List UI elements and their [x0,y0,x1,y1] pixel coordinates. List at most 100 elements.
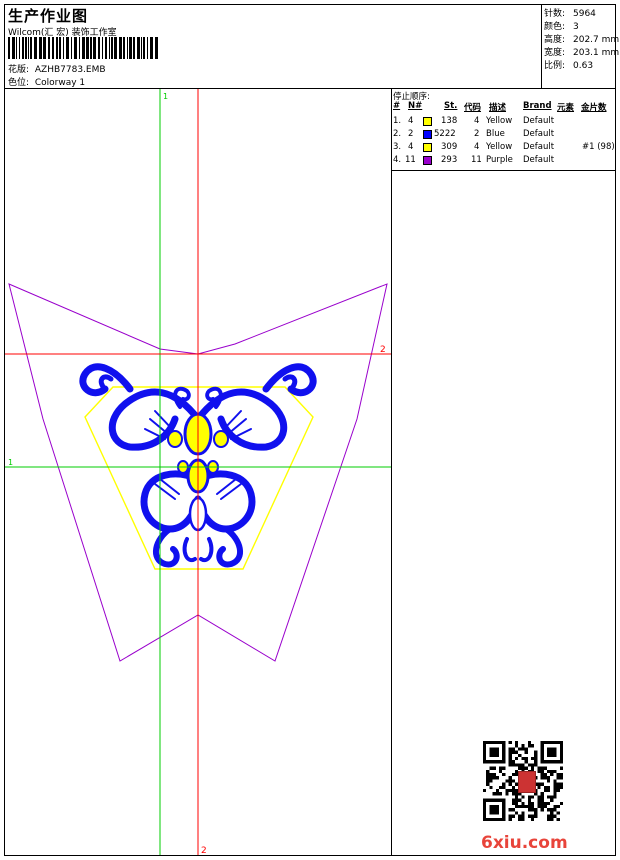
qr-module [537,785,541,789]
row-stitches: 293 [441,155,458,165]
stat-label: 颜色: [544,22,566,32]
qr-module [489,747,493,751]
qr-module [492,747,496,751]
qr-module [550,795,554,799]
qr-module [495,789,499,793]
qr-module [540,792,544,796]
qr-module [540,753,544,757]
qr-module [534,760,538,764]
qr-module [540,801,544,805]
qr-module [502,753,506,757]
qr-module [499,741,503,745]
qr-module [527,798,531,802]
barcode-bar [137,37,140,59]
qr-module [492,792,496,796]
color-swatch [423,117,432,126]
qr-module [492,753,496,757]
row-index: 4. [393,155,402,165]
qr-module [531,808,535,812]
qr-module [515,741,519,745]
qr-module [527,808,531,812]
qr-module [511,801,515,805]
col-header-stitches: St. [444,101,458,111]
qr-module [502,744,506,748]
production-sheet: 生产作业图 Wilcom(汇 宏) 装饰工作室 花版: AZHB7783.EMB… [4,4,619,856]
qr-module [550,773,554,777]
barcode-bar [90,37,92,59]
qr-module [489,750,493,754]
row-desc: Yellow [486,142,513,152]
qr-module [483,811,487,815]
col-header-index: # [393,101,401,111]
row-brand: Default [523,142,555,152]
qr-module [495,808,499,812]
stat-value: 3 [573,22,579,32]
row-index: 2. [393,129,402,139]
qr-module [540,795,544,799]
qr-module [540,798,544,802]
qr-module [547,779,551,783]
qr-module [547,741,551,745]
row-needle: 4 [408,142,414,152]
design-file-row: 花版: AZHB7783.EMB [8,62,106,75]
row-code: 11 [471,155,482,165]
qr-module [502,814,506,818]
qr-module [495,747,499,751]
qr-module [527,744,531,748]
stat-label: 宽度: [544,48,566,58]
qr-module [489,766,493,770]
qr-module [489,808,493,812]
stat-width: 宽度: 203.1 mm [544,45,619,58]
qr-module [502,801,506,805]
colorway-value: Colorway 1 [34,78,86,88]
qr-module [550,753,554,757]
col-header-code: 代码 [464,103,482,113]
qr-module [550,747,554,751]
qr-module [499,785,503,789]
qr-module [531,814,535,818]
barcode-bar [16,37,17,59]
qr-module [540,808,544,812]
barcode-bar [82,37,85,59]
qr-module [521,795,525,799]
qr-module [556,811,560,815]
qr-module [489,817,493,821]
stat-label: 高度: [544,35,566,45]
qr-module [495,776,499,780]
qr-module [537,801,541,805]
qr-module [531,817,535,821]
stat-value: 0.63 [573,61,594,71]
barcode-bar [25,37,27,59]
row-stitches: 309 [441,142,458,152]
qr-module [556,760,560,764]
design-canvas: 1 1 2 2 [5,89,391,855]
col-header-brand: Brand [523,101,552,111]
qr-module [540,776,544,780]
qr-module [524,747,528,751]
qr-module [537,766,541,770]
qr-module [556,789,560,793]
qr-module [527,795,531,799]
qr-module [508,779,512,783]
qr-module [537,782,541,786]
barcode-bar [34,37,37,59]
qr-module [537,798,541,802]
qr-module [553,785,557,789]
qr-module [537,769,541,773]
red-bottom-label: 2 [201,846,207,855]
qr-module [486,773,490,777]
stat-scale: 比例: 0.63 [544,58,593,71]
qr-module [540,769,544,773]
qr-module [547,817,551,821]
color-swatch [423,143,432,152]
qr-module [502,805,506,809]
qr-module [515,795,519,799]
qr-module [515,811,519,815]
barcode-bar [52,37,54,59]
qr-module [550,817,554,821]
qr-module [499,760,503,764]
qr-module [553,795,557,799]
qr-module [524,805,528,809]
qr-module [547,760,551,764]
qr-module [559,776,563,780]
